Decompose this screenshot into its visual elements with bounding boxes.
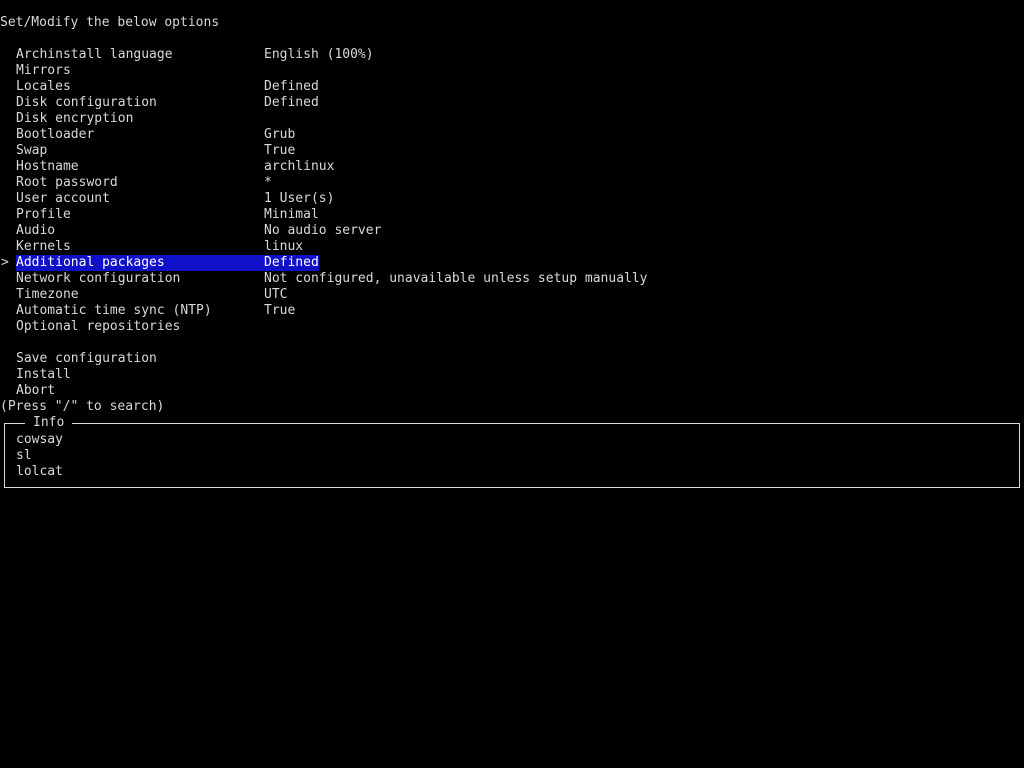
- menu-item-kernels[interactable]: Kernels linux: [0, 239, 1024, 255]
- menu-separator: [0, 335, 1024, 351]
- menu-item-swap[interactable]: Swap True: [0, 143, 1024, 159]
- menu-item-label: Archinstall language: [16, 47, 173, 62]
- menu-item-disk-configuration[interactable]: Disk configuration Defined: [0, 95, 1024, 111]
- menu-item-label: Timezone: [16, 287, 79, 302]
- menu-item-label: Kernels: [16, 239, 71, 254]
- info-package-item: cowsay: [16, 432, 63, 447]
- info-package-item: lolcat: [16, 464, 63, 479]
- info-package-item: sl: [16, 448, 32, 463]
- menu-item-label: Disk encryption: [16, 111, 134, 126]
- menu-item-label: Disk configuration: [16, 95, 157, 110]
- menu-item-label: Mirrors: [16, 63, 71, 78]
- menu-item-value: Minimal: [264, 207, 319, 222]
- menu-item-automatic-time-sync[interactable]: Automatic time sync (NTP) True: [0, 303, 1024, 319]
- menu-item-label: Abort: [16, 383, 56, 398]
- menu-item-label: User account: [16, 191, 110, 206]
- menu-item-value: True: [264, 143, 296, 158]
- menu-item-label: Root password: [16, 175, 118, 190]
- menu-item-value: True: [264, 303, 296, 318]
- menu-item-label: Save configuration: [16, 351, 157, 366]
- menu-item-value: archlinux: [264, 159, 335, 174]
- menu-item-timezone[interactable]: Timezone UTC: [0, 287, 1024, 303]
- options-menu: Archinstall language English (100%) Mirr…: [0, 47, 1024, 399]
- menu-item-label: Install: [16, 367, 71, 382]
- menu-item-audio[interactable]: Audio No audio server: [0, 223, 1024, 239]
- menu-item-label: Automatic time sync (NTP): [16, 303, 212, 318]
- info-package-list: cowsay sl lolcat: [16, 432, 63, 480]
- menu-item-value: Defined: [264, 79, 319, 94]
- menu-item-value: Not configured, unavailable unless setup…: [264, 271, 648, 286]
- menu-item-label: Locales: [16, 79, 71, 94]
- menu-item-value: UTC: [264, 287, 288, 302]
- menu-item-mirrors[interactable]: Mirrors: [0, 63, 1024, 79]
- menu-item-value: 1 User(s): [264, 191, 335, 206]
- menu-item-value: English (100%): [264, 47, 374, 62]
- menu-item-archinstall-language[interactable]: Archinstall language English (100%): [0, 47, 1024, 63]
- menu-item-label: Optional repositories: [16, 319, 181, 334]
- menu-item-value: Grub: [264, 127, 296, 142]
- menu-item-label: Audio: [16, 223, 56, 238]
- menu-item-locales[interactable]: Locales Defined: [0, 79, 1024, 95]
- menu-item-label: Swap: [16, 143, 48, 158]
- search-hint: (Press "/" to search): [0, 399, 165, 414]
- menu-item-save-configuration[interactable]: Save configuration: [0, 351, 1024, 367]
- menu-item-hostname[interactable]: Hostname archlinux: [0, 159, 1024, 175]
- menu-item-value: *: [264, 175, 272, 190]
- menu-item-label: Bootloader: [16, 127, 95, 142]
- menu-header: Set/Modify the below options: [0, 15, 220, 30]
- menu-item-network-configuration[interactable]: Network configuration Not configured, un…: [0, 271, 1024, 287]
- menu-item-label: Additional packages: [16, 255, 264, 271]
- menu-item-value: Defined: [264, 255, 319, 271]
- menu-item-root-password[interactable]: Root password *: [0, 175, 1024, 191]
- menu-item-install[interactable]: Install: [0, 367, 1024, 383]
- menu-item-user-account[interactable]: User account 1 User(s): [0, 191, 1024, 207]
- menu-item-abort[interactable]: Abort: [0, 383, 1024, 399]
- menu-item-disk-encryption[interactable]: Disk encryption: [0, 111, 1024, 127]
- menu-item-value: Defined: [264, 95, 319, 110]
- info-panel-title: Info: [25, 415, 73, 431]
- menu-item-label: Profile: [16, 207, 71, 222]
- menu-item-additional-packages[interactable]: > Additional packages Defined: [0, 255, 1024, 271]
- menu-item-value: No audio server: [264, 223, 382, 238]
- menu-item-label: Hostname: [16, 159, 79, 174]
- selection-pointer-icon: >: [1, 255, 9, 270]
- menu-item-bootloader[interactable]: Bootloader Grub: [0, 127, 1024, 143]
- menu-item-optional-repositories[interactable]: Optional repositories: [0, 319, 1024, 335]
- menu-item-value: linux: [264, 239, 304, 254]
- menu-item-label: Network configuration: [16, 271, 181, 286]
- info-panel: Info cowsay sl lolcat: [4, 415, 1020, 488]
- menu-item-profile[interactable]: Profile Minimal: [0, 207, 1024, 223]
